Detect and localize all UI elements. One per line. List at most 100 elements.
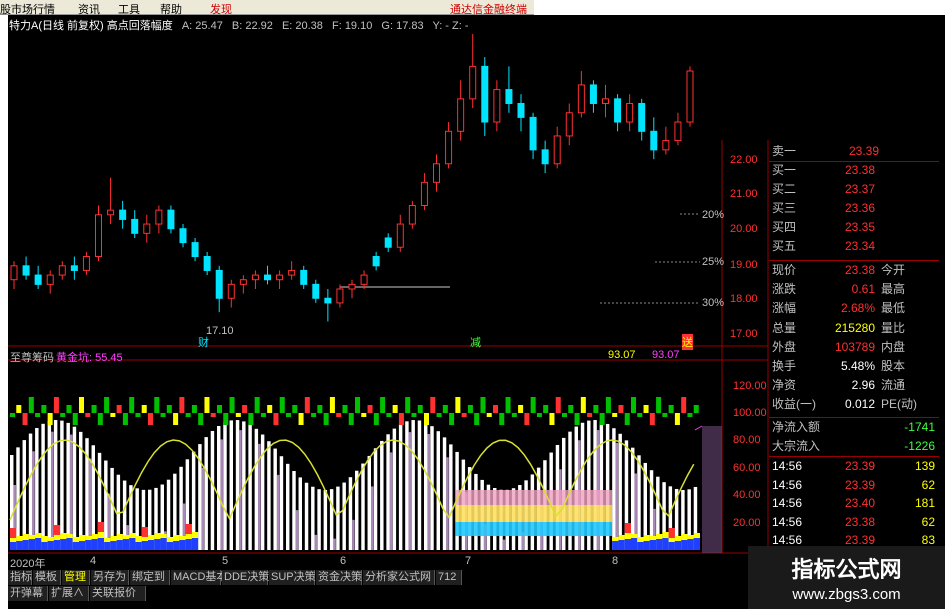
- chip-bar: [317, 489, 321, 550]
- chip-segment: [543, 490, 550, 505]
- candle-body: [336, 288, 344, 304]
- chip-segment: [16, 536, 23, 541]
- buy-row[interactable]: 买四 23.35: [769, 219, 939, 236]
- chip-segment: [35, 533, 42, 538]
- chip-segment: [574, 490, 581, 505]
- buy-row[interactable]: 买五 23.34: [769, 238, 939, 255]
- tab-4[interactable]: 绑定到: [130, 570, 170, 585]
- signal-bar: [254, 397, 260, 413]
- indicator-toolbar: 指标 模板 管理 另存为 绑定到 MACD基本 DDE决策 SUP决策 资金决策 分析家公式网 71…: [8, 570, 768, 586]
- chip-segment: [135, 542, 142, 550]
- chip-segment: [511, 490, 519, 505]
- chip-bar: [273, 448, 277, 550]
- signal-bar: [185, 413, 191, 417]
- buy-row[interactable]: 买三 23.36: [769, 200, 939, 217]
- chip-segment: [148, 540, 155, 550]
- chip-segment: [649, 540, 657, 550]
- chip-bar: [361, 463, 365, 550]
- chip-segment: [599, 522, 606, 536]
- signal-bar: [612, 413, 618, 417]
- candle-body: [119, 209, 127, 220]
- tab-0[interactable]: 指标: [8, 570, 32, 585]
- tick-volume: 62: [921, 514, 935, 529]
- stat-row: 外盘 103789 内盘: [769, 339, 939, 356]
- candle-body: [251, 274, 259, 281]
- signal-bar: [329, 397, 335, 413]
- chip-segment: [455, 522, 462, 536]
- price-tick: 18.00: [730, 293, 758, 305]
- tab-2[interactable]: 管理: [62, 570, 90, 585]
- tick-price: 23.40: [844, 496, 875, 510]
- signal-bar: [154, 397, 160, 413]
- chip-segment: [668, 528, 675, 538]
- chip-segment: [668, 538, 675, 542]
- tab-6[interactable]: DDE决策: [222, 570, 269, 585]
- candle-body: [227, 283, 235, 299]
- tab-10[interactable]: 712: [436, 570, 462, 585]
- chip-bar: [618, 433, 622, 550]
- tab-9[interactable]: 分析家公式网: [363, 570, 435, 585]
- tab-5[interactable]: MACD基本: [171, 570, 227, 585]
- chip-bar: [72, 426, 77, 550]
- chip-segment: [461, 522, 468, 536]
- chip-bar: [28, 433, 33, 550]
- tick-volume: 139: [914, 459, 935, 473]
- chip-segment: [135, 536, 142, 542]
- chip-segment: [486, 490, 493, 505]
- signal-bar: [166, 405, 172, 413]
- chip-segment: [536, 490, 544, 505]
- bottom-tab-0[interactable]: 开弹幕: [8, 586, 48, 601]
- stat-label: 总量: [772, 320, 797, 335]
- signal-bar: [66, 405, 72, 413]
- chip-segment: [524, 522, 531, 536]
- buy-row[interactable]: 买二 23.37: [769, 181, 939, 198]
- tab-7[interactable]: SUP决策: [269, 570, 316, 585]
- signal-bar: [298, 413, 304, 425]
- chip-bar: [298, 477, 302, 550]
- chip-segment: [555, 522, 562, 536]
- date-tick: 7: [465, 555, 472, 567]
- sell-row[interactable]: 卖一 23.39: [769, 143, 939, 160]
- candle-body: [445, 130, 453, 165]
- tab-3[interactable]: 另存为: [91, 570, 129, 585]
- tab-1[interactable]: 模板: [33, 570, 61, 585]
- tab-8[interactable]: 资金决策: [316, 570, 362, 585]
- stat-row: 总量 215280 量比: [769, 320, 939, 337]
- chip-segment: [599, 505, 606, 522]
- marker-bonus[interactable]: 送: [682, 334, 693, 350]
- chip-bar: [405, 421, 409, 550]
- chip-segment: [662, 532, 669, 538]
- signal-bar: [273, 413, 279, 425]
- buy-row[interactable]: 买一 23.38: [769, 162, 939, 179]
- chip-segment: [587, 505, 594, 522]
- chip-segment: [41, 542, 48, 550]
- bottom-tab-2[interactable]: 关联报价: [90, 586, 146, 601]
- stat-label-2: 量比: [881, 320, 906, 335]
- stat-label: 净资: [772, 378, 797, 393]
- signal-bar: [292, 405, 298, 413]
- chip-bar-purple: [239, 430, 242, 550]
- price-tick: 19.00: [730, 259, 758, 271]
- flow-divider: [769, 456, 939, 457]
- bottom-tab-1[interactable]: 扩展∧: [49, 586, 89, 601]
- signal-bar: [486, 413, 492, 417]
- candle-body: [517, 102, 525, 118]
- marker-finance[interactable]: 财: [198, 334, 209, 350]
- marker-reduce[interactable]: 减: [470, 334, 481, 350]
- chip-segment: [530, 505, 537, 522]
- stat-value: 103789: [834, 339, 875, 354]
- chip-bar: [254, 428, 259, 550]
- chip-segment: [10, 528, 17, 538]
- chip-segment: [486, 505, 493, 522]
- indicator-name[interactable]: 至尊筹码: [10, 349, 54, 365]
- chip-segment: [467, 522, 475, 536]
- stat-row: 净资 2.96 流通: [769, 377, 939, 394]
- chip-segment: [656, 534, 663, 539]
- chip-bar: [22, 440, 26, 550]
- chip-segment: [474, 522, 481, 536]
- chip-bar: [367, 455, 371, 550]
- chip-bar: [267, 441, 271, 550]
- chip-bar-purple: [352, 519, 355, 550]
- chip-segment: [499, 505, 506, 522]
- chip-segment: [637, 542, 644, 550]
